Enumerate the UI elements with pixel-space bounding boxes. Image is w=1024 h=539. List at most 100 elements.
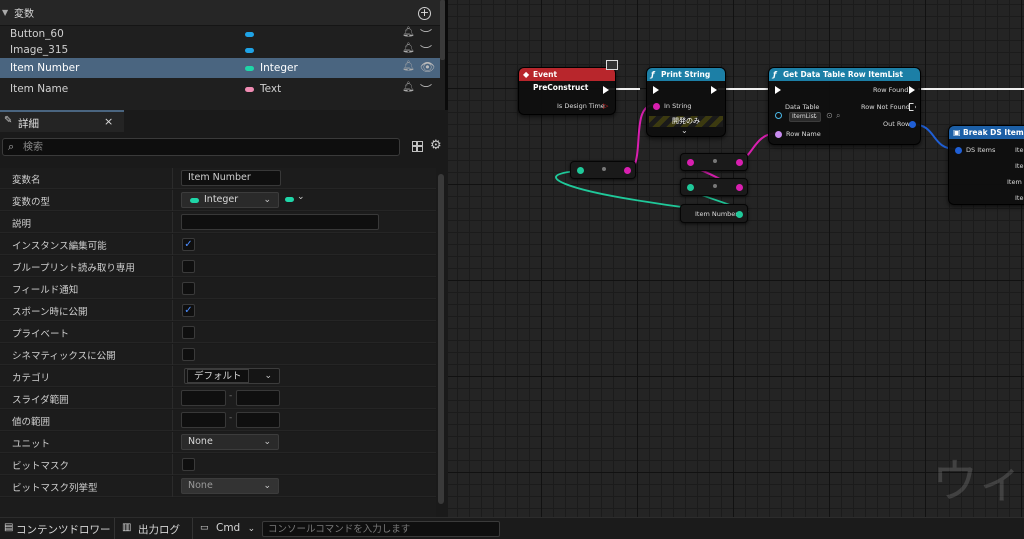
- search-icon[interactable]: ⌕: [836, 111, 840, 121]
- notify-icon[interactable]: 🔔︎: [402, 27, 415, 38]
- table-view-icon[interactable]: [412, 141, 423, 152]
- expose-on-spawn-checkbox[interactable]: ✓: [182, 304, 195, 317]
- prop-label: ビットマスク: [12, 461, 70, 472]
- variable-item-item-number[interactable]: Item Number Integer 🔔︎ 👁︎: [0, 58, 440, 78]
- knot-out-pin[interactable]: [736, 159, 743, 166]
- node-header: ƒ Get Data Table Row ItemList: [769, 68, 920, 81]
- cmd-select[interactable]: Cmd ⌄: [216, 522, 255, 534]
- slider-range-max-field[interactable]: [236, 390, 280, 406]
- node-title: Break DS Items: [963, 128, 1024, 137]
- category-select[interactable]: デフォルト ⌄: [184, 368, 280, 384]
- row-found-pin[interactable]: [909, 86, 915, 94]
- prop-label: プライベート: [12, 329, 70, 340]
- cmd-label: Cmd: [216, 522, 241, 534]
- type-pill-icon: [190, 198, 199, 203]
- in-string-pin[interactable]: [653, 103, 660, 110]
- exec-out-pin[interactable]: [711, 86, 717, 94]
- output-log-button[interactable]: 出力ログ: [138, 522, 180, 537]
- prop-private: プライベート: [0, 322, 436, 343]
- reroute-node[interactable]: [680, 153, 748, 171]
- instance-editable-checkbox[interactable]: ✓: [182, 238, 195, 251]
- knot-out-pin[interactable]: [736, 184, 743, 191]
- tab-title: 詳細: [18, 118, 39, 130]
- event-preconstruct-node[interactable]: ◆ Event PreConstruct Is Design Time ▷: [518, 67, 616, 115]
- eye-icon[interactable]: 👁︎: [420, 60, 435, 74]
- break-ds-items-node[interactable]: ▣ Break DS Items DS Items Item N Item It…: [948, 125, 1024, 205]
- prop-label: シネマティックスに公開: [12, 351, 116, 362]
- reroute-node[interactable]: [680, 178, 748, 196]
- knot-out-pin[interactable]: [624, 167, 631, 174]
- chevron-down-icon: ⌄: [812, 113, 818, 120]
- details-scrollbar[interactable]: [438, 174, 444, 504]
- get-data-table-row-node[interactable]: ƒ Get Data Table Row ItemList Row Found …: [768, 67, 921, 145]
- slider-range-min-field[interactable]: [181, 390, 226, 406]
- browse-icon[interactable]: ⊙: [826, 111, 833, 120]
- node-header: ◆ Event PreConstruct: [519, 68, 615, 92]
- bitmask-enum-select[interactable]: None ⌄: [181, 478, 279, 494]
- category-value[interactable]: デフォルト: [187, 369, 249, 383]
- blueprint-read-only-checkbox[interactable]: [182, 260, 195, 273]
- node-comment-icon[interactable]: [606, 60, 618, 70]
- function-icon: ƒ: [773, 70, 777, 79]
- exec-in-pin[interactable]: [653, 86, 659, 94]
- data-table-select[interactable]: ItemList ⌄: [789, 112, 821, 122]
- prop-row-partial: [0, 498, 436, 517]
- value-range-max-field[interactable]: [236, 412, 280, 428]
- print-string-node[interactable]: ƒ Print String In String 開発のみ ⌄: [646, 67, 726, 137]
- bool-out-pin[interactable]: ▷: [603, 102, 608, 110]
- variable-item-item-name[interactable]: Item Name Text 🔔︎ ︶: [0, 79, 440, 99]
- content-drawer-button[interactable]: コンテンツドロワー: [16, 522, 111, 537]
- console-command-input[interactable]: [263, 522, 499, 536]
- reroute-node[interactable]: [570, 161, 636, 179]
- variable-type-select[interactable]: Integer ⌄: [181, 192, 279, 208]
- units-select[interactable]: None ⌄: [181, 434, 279, 450]
- ds-items-pin[interactable]: [955, 147, 962, 154]
- variable-item-image-315[interactable]: Image_315 🔔︎ ︶: [0, 40, 440, 60]
- field-notify-checkbox[interactable]: [182, 282, 195, 295]
- variable-name-field[interactable]: Item Number: [181, 170, 281, 186]
- collapse-arrow-icon[interactable]: ▼: [2, 8, 14, 17]
- item-number-get-node[interactable]: Item Number: [680, 204, 748, 223]
- single-container-icon: [285, 197, 294, 202]
- blueprint-graph[interactable]: ◆ Event PreConstruct Is Design Time ▷ ƒ …: [448, 0, 1024, 517]
- description-field[interactable]: [181, 214, 379, 230]
- knot-in-pin[interactable]: [687, 159, 694, 166]
- variable-type-value: Integer: [204, 194, 239, 205]
- add-variable-icon[interactable]: +: [418, 7, 431, 20]
- knot-in-pin[interactable]: [577, 167, 584, 174]
- item-number-out-pin[interactable]: [736, 211, 743, 218]
- search-input[interactable]: [23, 140, 393, 154]
- expand-chevron-icon[interactable]: ⌄: [681, 126, 688, 135]
- variables-scrollbar[interactable]: [440, 0, 445, 60]
- notify-icon[interactable]: 🔔︎: [402, 61, 415, 72]
- prop-label: カテゴリ: [12, 373, 51, 384]
- close-icon[interactable]: ×: [104, 115, 113, 128]
- type-pill-icon: [245, 87, 254, 92]
- variables-header[interactable]: ▼ 変数 +: [0, 0, 445, 26]
- tab-details[interactable]: ✎ 詳細 ×: [0, 110, 124, 132]
- knot-center: [713, 184, 717, 188]
- out-pin-label: Item A: [1007, 178, 1024, 186]
- row-not-found-pin[interactable]: [909, 103, 916, 111]
- exec-out-pin[interactable]: [603, 86, 609, 94]
- closed-eye-icon[interactable]: ︶: [420, 42, 432, 59]
- bitmask-checkbox[interactable]: [182, 458, 195, 471]
- value-range-min-field[interactable]: [181, 412, 226, 428]
- data-table-pin[interactable]: [775, 112, 782, 119]
- exec-in-pin[interactable]: [775, 86, 781, 94]
- prop-instance-editable: インスタンス編集可能 ✓: [0, 234, 436, 255]
- private-checkbox[interactable]: [182, 326, 195, 339]
- variables-panel: ▼ 変数 + Button_60 🔔︎ ︶ Image_315 🔔︎ ︶ Ite…: [0, 0, 445, 110]
- knot-in-pin[interactable]: [687, 184, 694, 191]
- row-name-pin[interactable]: [775, 131, 782, 138]
- search-field[interactable]: ⌕: [2, 138, 400, 156]
- notify-icon[interactable]: 🔔︎: [402, 43, 415, 54]
- out-row-pin[interactable]: [909, 121, 916, 128]
- gear-icon[interactable]: ⚙: [430, 138, 442, 153]
- closed-eye-icon[interactable]: ︶: [420, 81, 432, 98]
- notify-icon[interactable]: 🔔︎: [402, 82, 415, 93]
- container-type-select[interactable]: ⌄: [283, 192, 309, 206]
- expose-to-cinematics-checkbox[interactable]: [182, 348, 195, 361]
- console-command-field[interactable]: [262, 521, 500, 537]
- data-table-label: Data Table: [785, 103, 820, 111]
